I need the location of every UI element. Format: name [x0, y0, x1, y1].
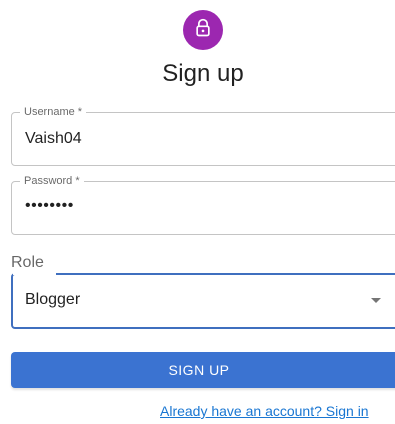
role-label: Role: [11, 254, 44, 271]
select-notch: [13, 273, 56, 275]
password-field[interactable]: Password * ••••••••: [11, 175, 395, 235]
signup-page: Sign up Username * Vaish04 Password * ••…: [0, 0, 395, 424]
password-label: Password *: [20, 175, 84, 188]
chevron-down-icon[interactable]: [371, 298, 381, 303]
username-label: Username *: [20, 106, 87, 119]
username-value[interactable]: Vaish04: [25, 130, 82, 148]
password-value[interactable]: ••••••••: [25, 197, 74, 215]
sign-in-link[interactable]: Already have an account? Sign in: [160, 403, 369, 419]
username-field[interactable]: Username * Vaish04: [11, 106, 395, 166]
page-title: Sign up: [162, 60, 244, 87]
avatar: [183, 10, 223, 50]
role-selected-value[interactable]: Blogger: [25, 291, 80, 309]
lock-icon: [193, 18, 213, 43]
role-select[interactable]: Blogger: [11, 273, 395, 329]
sign-up-button[interactable]: SIGN UP: [11, 352, 395, 388]
